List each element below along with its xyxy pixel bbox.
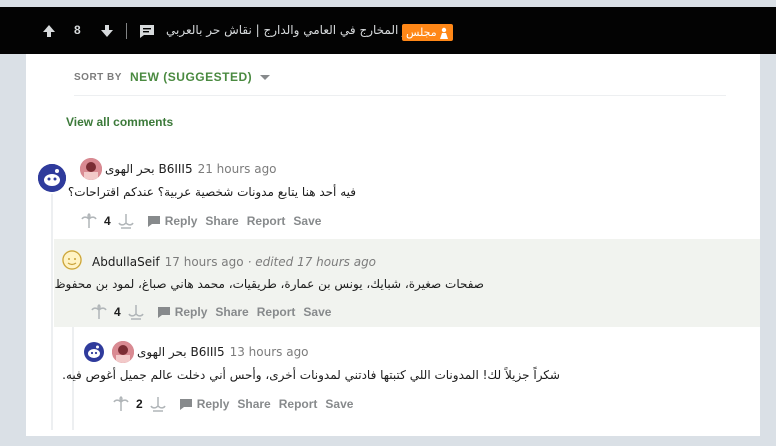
smiley-icon <box>62 250 82 270</box>
comment-score: 4 <box>114 305 121 319</box>
reply-button[interactable]: Reply <box>179 397 230 411</box>
comment-score: 4 <box>104 214 111 228</box>
user-avatar[interactable] <box>62 250 82 270</box>
reply-button[interactable]: Reply <box>157 305 208 319</box>
thread-line <box>51 194 53 430</box>
divider <box>74 95 726 96</box>
comment-body: شكراً جزيلاً لك! المدونات اللي كتبتها فا… <box>62 368 560 382</box>
downvote-button[interactable] <box>149 395 167 413</box>
user-avatar[interactable] <box>112 341 134 363</box>
comment-timestamp[interactable]: 17 hours ago <box>165 255 244 269</box>
share-button[interactable]: Share <box>237 397 270 411</box>
comment-icon <box>140 24 154 38</box>
snoo-avatar[interactable] <box>38 164 66 192</box>
upvote-button[interactable] <box>80 212 98 230</box>
reply-label: Reply <box>164 214 198 228</box>
comment-icon <box>157 307 170 318</box>
user-picture-icon <box>112 341 134 363</box>
report-button[interactable]: Report <box>279 397 318 411</box>
post-top-bar: 8 درر المخارج في العامي والدارج | نقاش ح… <box>0 7 776 54</box>
comment-actions: 4 Reply Share Report Save <box>80 212 321 230</box>
comments-card: SORT BY NEW (SUGGESTED) View all comment… <box>26 54 760 436</box>
comment-author[interactable]: بحر الهوى B6III5 <box>105 162 193 176</box>
sort-dropdown[interactable]: SORT BY NEW (SUGGESTED) <box>74 70 271 84</box>
user-picture-icon <box>80 158 102 180</box>
user-avatar[interactable] <box>80 158 102 180</box>
comment-meta: بحر الهوى B6III5 21 hours ago <box>80 158 277 180</box>
vote-count: 8 <box>74 23 81 37</box>
comment-actions: 2 Reply Share Report Save <box>112 395 353 413</box>
downvote-button[interactable] <box>96 7 118 54</box>
save-button[interactable]: Save <box>303 305 331 319</box>
arrow-up-icon <box>43 24 55 37</box>
comment-score: 2 <box>136 397 143 411</box>
comment-body: فيه أحد هنا يتابع مدونات شخصية عربية؟ عن… <box>67 185 356 199</box>
comment-actions: 4 Reply Share Report Save <box>90 303 331 321</box>
flair-label: مجلس <box>406 26 437 39</box>
snoo-avatar[interactable] <box>84 342 104 362</box>
sort-label: SORT BY <box>74 71 122 83</box>
arrow-down-icon <box>101 24 113 37</box>
palm-down-icon <box>128 305 144 320</box>
person-icon <box>439 27 448 39</box>
post-flair: مجلس <box>402 24 453 41</box>
palm-up-icon <box>91 304 107 319</box>
downvote-button[interactable] <box>127 303 145 321</box>
comment-meta: AbdullaSeif 17 hours ago · edited 17 hou… <box>92 255 376 269</box>
palm-up-icon <box>113 396 129 411</box>
report-button[interactable]: Report <box>247 214 286 228</box>
palm-down-icon <box>118 214 134 229</box>
post-title[interactable]: درر المخارج في العامي والدارج | نقاش حر … <box>166 7 419 54</box>
reply-label: Reply <box>174 305 208 319</box>
snoo-icon <box>84 342 104 362</box>
comment-icon <box>179 399 192 410</box>
comment-timestamp[interactable]: 13 hours ago <box>230 345 309 359</box>
share-button[interactable]: Share <box>215 305 248 319</box>
save-button[interactable]: Save <box>293 214 321 228</box>
edited-label: · edited 17 hours ago <box>247 255 377 269</box>
save-button[interactable]: Save <box>325 397 353 411</box>
divider <box>126 23 127 39</box>
chevron-down-icon <box>260 74 271 80</box>
upvote-button[interactable] <box>112 395 130 413</box>
sort-value[interactable]: NEW (SUGGESTED) <box>130 70 252 84</box>
comment-icon <box>147 216 160 227</box>
reply-label: Reply <box>196 397 230 411</box>
comment-author[interactable]: AbdullaSeif <box>92 255 160 269</box>
palm-up-icon <box>81 213 97 228</box>
comment-author[interactable]: بحر الهوى B6III5 <box>137 345 225 359</box>
palm-down-icon <box>150 397 166 412</box>
comment-meta: بحر الهوى B6III5 13 hours ago <box>112 341 309 363</box>
upvote-button[interactable] <box>38 7 60 54</box>
comment-body: صفحات صغيرة، شبايك، يونس بن عمارة، طريقي… <box>54 277 484 291</box>
comment-timestamp[interactable]: 21 hours ago <box>198 162 277 176</box>
reply-button[interactable]: Reply <box>147 214 198 228</box>
downvote-button[interactable] <box>117 212 135 230</box>
comments-button[interactable] <box>136 7 158 54</box>
upvote-button[interactable] <box>90 303 108 321</box>
report-button[interactable]: Report <box>257 305 296 319</box>
view-all-comments-link[interactable]: View all comments <box>66 115 173 129</box>
snoo-icon <box>38 164 66 192</box>
share-button[interactable]: Share <box>205 214 238 228</box>
